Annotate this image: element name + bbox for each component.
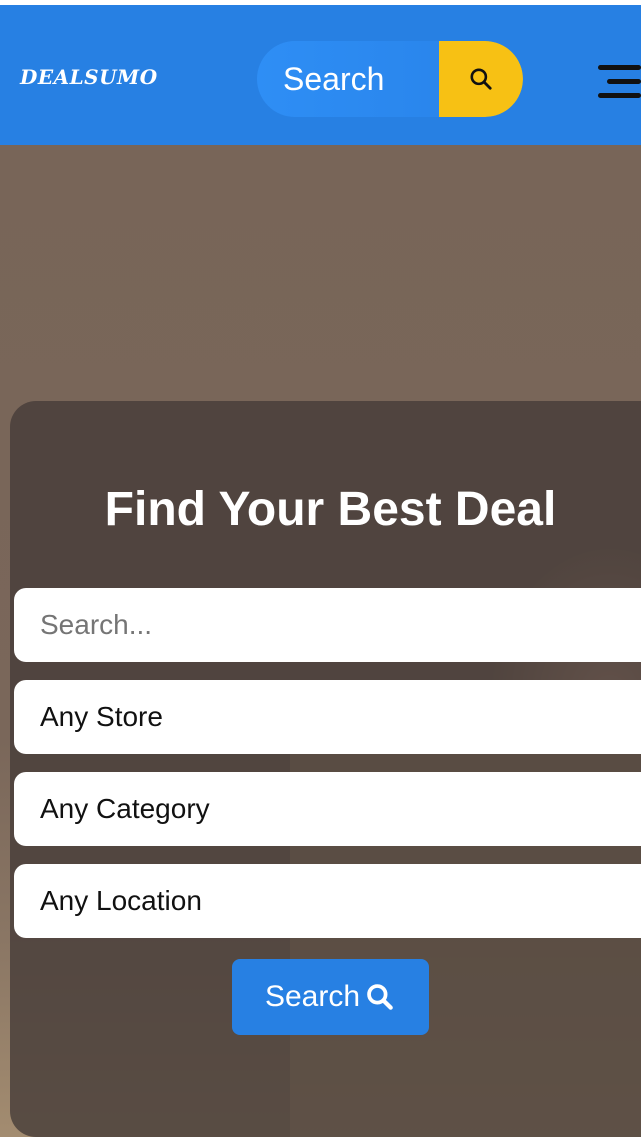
hamburger-menu-icon[interactable] — [598, 61, 641, 101]
header-search-label[interactable]: Search — [283, 41, 384, 117]
deal-search-input[interactable] — [14, 588, 641, 662]
header-search[interactable]: Search — [257, 41, 523, 117]
header-search-button[interactable] — [439, 41, 523, 117]
location-select[interactable]: Any Location — [14, 864, 641, 938]
deal-search-button[interactable]: Search — [232, 959, 429, 1035]
page: DEALSUMO Search Find Your Best Deal Any … — [0, 0, 641, 1137]
store-select[interactable]: Any Store — [14, 680, 641, 754]
search-icon — [364, 981, 396, 1013]
category-select[interactable]: Any Category — [14, 772, 641, 846]
hero-title: Find Your Best Deal — [104, 483, 557, 536]
search-icon — [470, 68, 492, 90]
site-logo[interactable]: DEALSUMO — [20, 65, 158, 89]
top-header: DEALSUMO Search — [0, 5, 641, 145]
deal-search-button-label: Search — [264, 980, 361, 1013]
